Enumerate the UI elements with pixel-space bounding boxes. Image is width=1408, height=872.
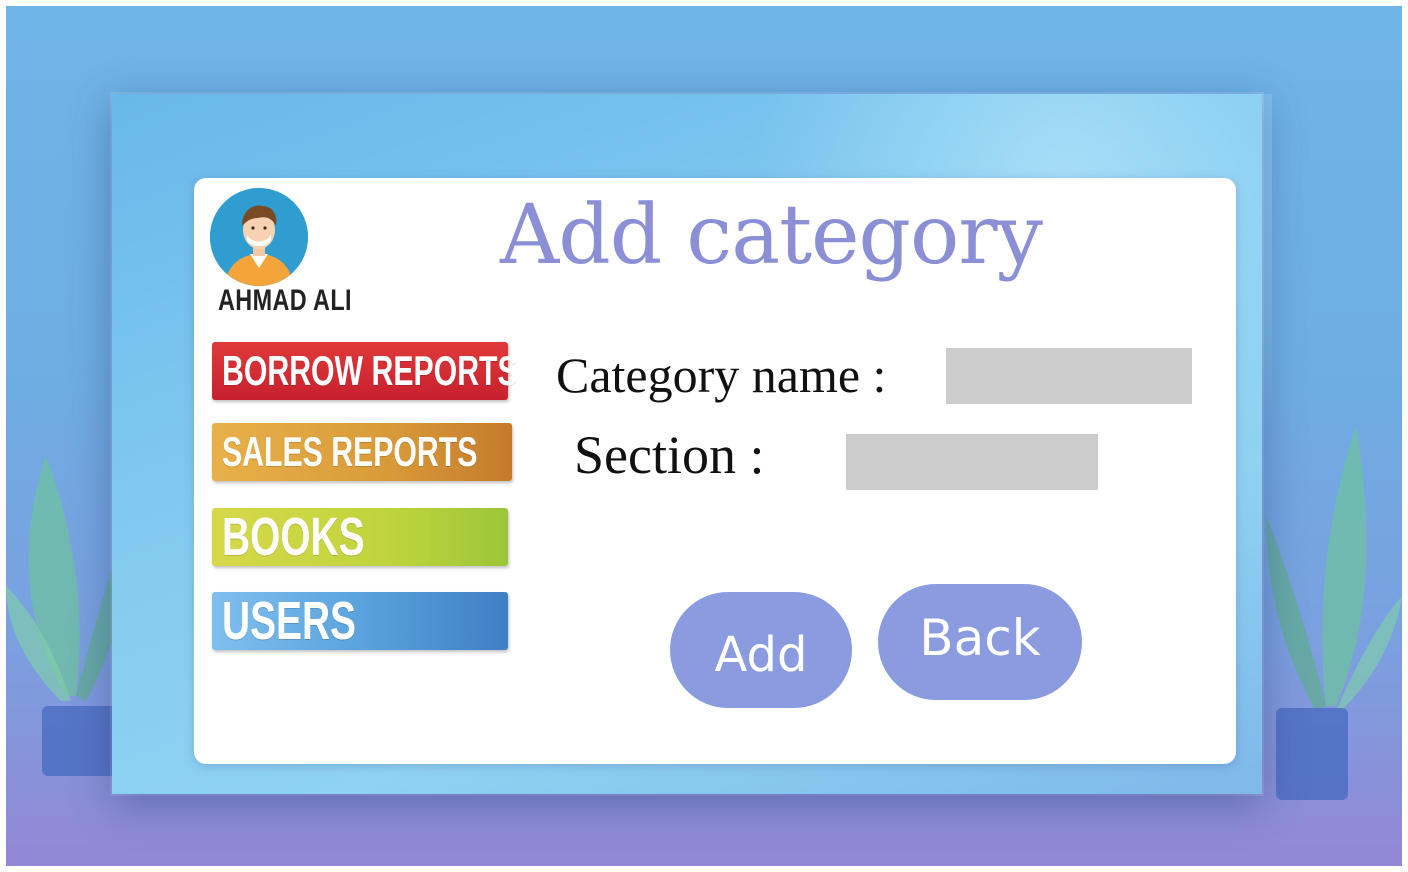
sidebar-item-label: USERS [222, 591, 356, 651]
category-name-label: Category name : [556, 347, 887, 403]
sidebar-item-borrow-reports[interactable]: BORROW REPORTS [212, 342, 518, 400]
back-button[interactable]: Back [878, 584, 1082, 700]
section-label: Section : [574, 425, 765, 485]
sidebar-item-label: BOOKS [222, 507, 365, 567]
page-title: Add category [500, 188, 1043, 283]
section-input[interactable] [846, 434, 1098, 490]
sidebar-item-sales-reports[interactable]: SALES REPORTS [212, 423, 512, 481]
user-avatar-icon [210, 188, 308, 286]
avatar-illustration [210, 188, 308, 286]
user-name: AHMAD ALI [218, 284, 352, 317]
plant-right-decoration [1266, 426, 1402, 800]
sidebar-item-label: BORROW REPORTS [222, 347, 518, 394]
add-button[interactable]: Add [670, 592, 852, 708]
sidebar-item-users[interactable]: USERS [212, 592, 508, 650]
category-name-input[interactable] [946, 348, 1192, 404]
sidebar-item-label: SALES REPORTS [222, 428, 478, 475]
add-category-card: AHMAD ALI BORROW REPORTS SALES REPORTS B… [194, 178, 1236, 764]
sidebar-item-books[interactable]: BOOKS [212, 508, 508, 566]
